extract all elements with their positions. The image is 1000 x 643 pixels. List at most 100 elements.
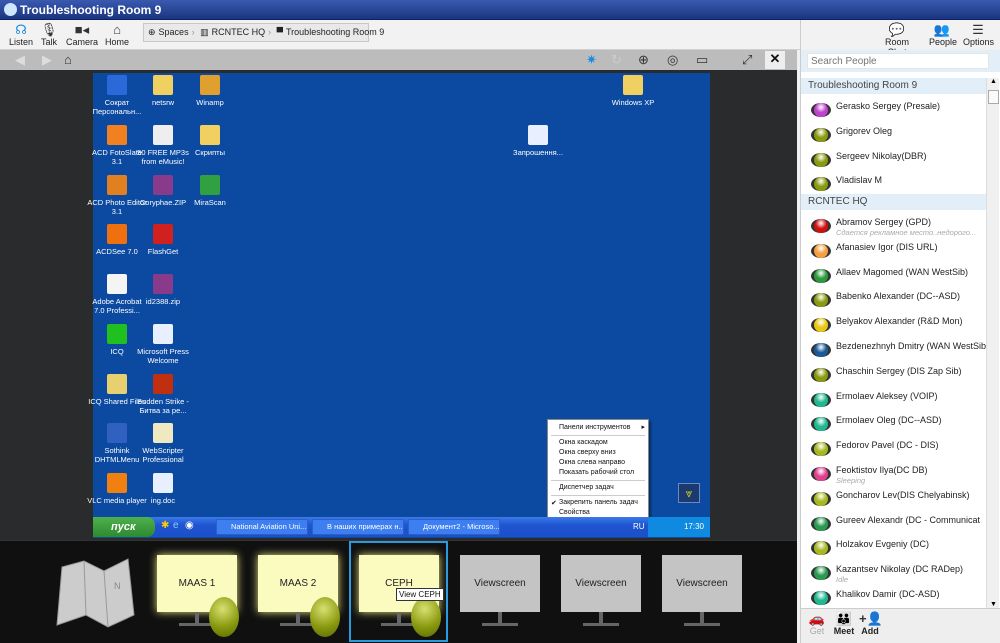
context-menu-item[interactable]: Панели инструментов bbox=[559, 424, 630, 431]
back-arrow-icon[interactable]: ◀ bbox=[15, 52, 25, 68]
status-orb-icon bbox=[811, 152, 831, 167]
expand-chevrons-icon[interactable]: ⩔ bbox=[678, 483, 700, 503]
menu-separator bbox=[551, 495, 645, 496]
person-row[interactable]: Babenko Alexander (DC--ASD) bbox=[801, 291, 986, 316]
context-menu-item[interactable]: Закрепить панель задач bbox=[559, 499, 638, 506]
person-row[interactable]: Afanasiev Igor (DIS URL) bbox=[801, 242, 986, 267]
person-row[interactable]: Sergeev Nikolay(DBR) bbox=[801, 151, 986, 176]
desktop-icon[interactable]: Sudden Strike - Битва за ре... bbox=[133, 374, 193, 415]
presence-orb-icon bbox=[310, 597, 340, 637]
desktop-icon-image bbox=[107, 75, 127, 95]
desktop-icon[interactable]: Winamp bbox=[180, 75, 240, 107]
person-row[interactable]: Goncharov Lev(DIS Chelyabinsk) bbox=[801, 490, 986, 515]
people-button[interactable]: 👥 People bbox=[929, 22, 958, 47]
status-orb-icon bbox=[811, 243, 831, 258]
desktop-icon[interactable]: FlashGet bbox=[133, 224, 193, 256]
person-row[interactable]: Fedorov Pavel (DC - DIS) bbox=[801, 440, 986, 465]
scrollbar[interactable]: ▲ ▼ bbox=[986, 78, 999, 608]
desktop-icon[interactable]: WebScripter Professional bbox=[133, 423, 193, 464]
desktop-icon[interactable]: id2388.zip bbox=[133, 274, 193, 306]
person-row[interactable]: Gureev Alexandr (DC - Communicat bbox=[801, 515, 986, 540]
viewscreen[interactable]: MAAS 1 bbox=[149, 547, 245, 640]
zoom-in-icon[interactable]: ⊕ bbox=[638, 52, 649, 68]
meet-button[interactable]: 👪 Meet bbox=[833, 611, 855, 636]
breadcrumb-room[interactable]: Troubleshooting Room 9 bbox=[286, 27, 384, 37]
globe-icon: ⊕ bbox=[148, 27, 156, 37]
headphones-icon: ☊ bbox=[15, 22, 27, 37]
context-menu-item[interactable]: Свойства bbox=[559, 509, 590, 516]
context-menu-item[interactable]: Диспетчер задач bbox=[559, 484, 614, 491]
task-button[interactable]: Документ2 - Microso... bbox=[408, 519, 500, 535]
fullscreen-icon[interactable]: ⤢ bbox=[742, 52, 752, 68]
person-row[interactable]: Bezdenezhnyh Dmitry (WAN WestSib bbox=[801, 341, 986, 366]
options-button[interactable]: ☰ Options bbox=[963, 22, 994, 47]
start-button[interactable]: пуск bbox=[93, 517, 155, 537]
context-menu-item[interactable]: Окна сверху вниз bbox=[559, 449, 616, 456]
person-row[interactable]: Ermolaev Aleksey (VOIP) bbox=[801, 391, 986, 416]
map-icon[interactable]: N bbox=[52, 553, 138, 633]
ie-icon[interactable]: e bbox=[173, 520, 179, 531]
desktop-icon-label: Winamp bbox=[196, 98, 224, 107]
person-row[interactable]: Grigorev Oleg bbox=[801, 126, 986, 151]
person-row[interactable]: Ermolaev Oleg (DC--ASD) bbox=[801, 415, 986, 440]
forward-arrow-icon[interactable]: ▶ bbox=[42, 52, 52, 68]
viewscreen[interactable]: MAAS 2 bbox=[250, 547, 346, 640]
desktop-icon-label: Запрошення... bbox=[513, 148, 563, 157]
desktop-icon[interactable]: MiraScan bbox=[180, 175, 240, 207]
windows-icon[interactable]: ▭ bbox=[696, 52, 708, 68]
person-row[interactable]: Allaev Magomed (WAN WestSib) bbox=[801, 267, 986, 292]
person-row[interactable]: Holzakov Evgeniy (DC) bbox=[801, 539, 986, 564]
viewscreen[interactable]: Viewscreen bbox=[452, 547, 548, 640]
desktop-icon[interactable]: Windows XP bbox=[603, 75, 663, 107]
search-people-input[interactable] bbox=[807, 53, 989, 69]
people-label: People bbox=[929, 37, 958, 47]
talk-button[interactable]: 🎙 Talk bbox=[38, 22, 60, 47]
scrollbar-thumb[interactable] bbox=[988, 90, 999, 104]
camera-button[interactable]: ■◂ Camera bbox=[66, 22, 98, 47]
breadcrumb-spaces[interactable]: Spaces bbox=[159, 27, 189, 37]
status-orb-icon bbox=[811, 591, 831, 605]
breadcrumb-rcntec[interactable]: RCNTEC HQ bbox=[212, 27, 266, 37]
viewscreen[interactable]: Viewscreen bbox=[553, 547, 649, 640]
person-row[interactable]: Gerasko Sergey (Presale) bbox=[801, 101, 986, 126]
desktop-icon-label: id2388.zip bbox=[145, 297, 181, 306]
close-icon[interactable]: ✕ bbox=[765, 51, 785, 69]
person-row[interactable]: Belyakov Alexander (R&D Mon) bbox=[801, 316, 986, 341]
language-indicator[interactable]: RU bbox=[633, 522, 645, 531]
refresh-icon[interactable]: ↻ bbox=[611, 52, 622, 68]
home-button[interactable]: ⌂ Home bbox=[104, 22, 130, 47]
quicklaunch-icon[interactable]: ✱ bbox=[161, 520, 169, 531]
person-name: Chaschin Sergey (DIS Zap Sib) bbox=[836, 365, 962, 376]
record-icon[interactable]: ◎ bbox=[667, 52, 678, 68]
person-row[interactable]: Abramov Sergey (GPD) Сдается рекламное ме… bbox=[801, 217, 986, 242]
person-row[interactable]: Chaschin Sergey (DIS Zap Sib) bbox=[801, 366, 986, 391]
context-menu-item[interactable]: Показать рабочий стол bbox=[559, 469, 634, 476]
app-logo-icon bbox=[4, 3, 17, 16]
scroll-up-icon[interactable]: ▲ bbox=[990, 78, 997, 85]
person-row[interactable]: Feoktistov Ilya(DC DB) Sleeping bbox=[801, 465, 986, 490]
add-button[interactable]: +👤 Add bbox=[859, 611, 883, 636]
star-burst-icon[interactable]: ✷ bbox=[586, 52, 597, 68]
presence-orb-icon bbox=[411, 597, 441, 637]
desktop-icon-image bbox=[107, 224, 127, 244]
group-header[interactable]: RCNTEC HQ bbox=[801, 194, 986, 210]
get-button[interactable]: 🚗 Get bbox=[807, 611, 827, 636]
viewscreen[interactable]: CEPH View CEPH bbox=[351, 547, 447, 640]
desktop-icon[interactable]: Запрошення... bbox=[508, 125, 568, 157]
task-button[interactable]: National Aviation Uni... bbox=[216, 519, 308, 535]
viewscreen[interactable]: Viewscreen bbox=[654, 547, 750, 640]
person-row[interactable]: Kazantsev Nikolay (DC RADep) Idle bbox=[801, 564, 986, 589]
camera-label: Camera bbox=[66, 37, 99, 47]
desktop-icon[interactable]: ing.doc bbox=[133, 473, 193, 505]
context-menu-item[interactable]: Окна слева направо bbox=[559, 459, 625, 466]
context-menu-item[interactable]: Окна каскадом bbox=[559, 439, 608, 446]
person-status: Сдается рекламное место..недорого... bbox=[836, 228, 977, 237]
desktop-icon[interactable]: Скрипты bbox=[180, 125, 240, 157]
media-icon[interactable]: ◉ bbox=[185, 520, 194, 531]
listen-button[interactable]: ☊ Listen bbox=[8, 22, 34, 47]
home-icon[interactable]: ⌂ bbox=[64, 52, 72, 67]
task-button[interactable]: В наших примерах н... bbox=[312, 519, 404, 535]
scroll-down-icon[interactable]: ▼ bbox=[990, 601, 997, 608]
desktop-icon[interactable]: Microsoft Press Welcome bbox=[133, 324, 193, 365]
group-header[interactable]: Troubleshooting Room 9 bbox=[801, 78, 986, 94]
